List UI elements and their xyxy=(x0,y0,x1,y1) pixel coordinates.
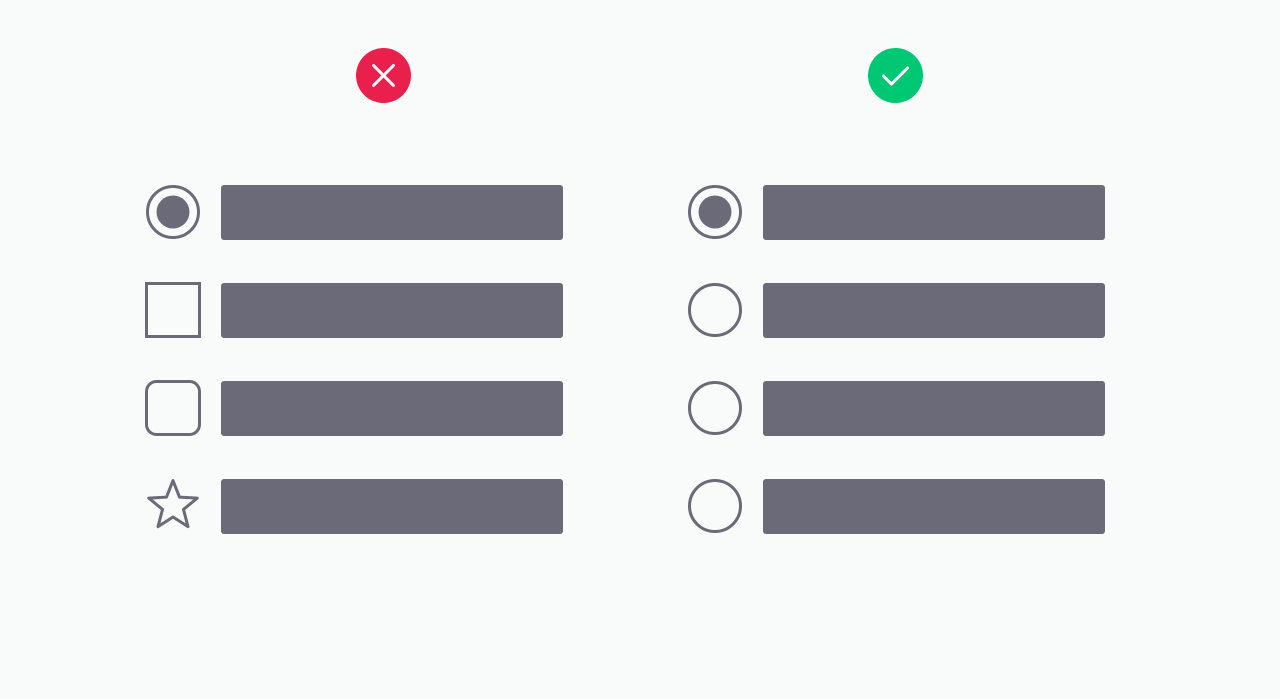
label-placeholder-bar xyxy=(221,283,563,338)
list-item xyxy=(145,380,575,436)
list-item xyxy=(687,380,1117,436)
correct-badge xyxy=(868,48,923,103)
square-checkbox-icon xyxy=(145,282,201,338)
label-placeholder-bar xyxy=(221,381,563,436)
label-placeholder-bar xyxy=(763,283,1105,338)
list-item xyxy=(687,282,1117,338)
close-icon xyxy=(356,48,411,103)
label-placeholder-bar xyxy=(221,185,563,240)
radio-selected-icon xyxy=(145,184,201,240)
radio-icon xyxy=(687,380,743,436)
radio-icon xyxy=(687,282,743,338)
list-item xyxy=(145,282,575,338)
rounded-checkbox-icon xyxy=(145,380,201,436)
label-placeholder-bar xyxy=(763,381,1105,436)
list-item xyxy=(145,478,575,534)
list-item xyxy=(687,478,1117,534)
star-icon xyxy=(145,478,201,534)
label-placeholder-bar xyxy=(221,479,563,534)
list-item xyxy=(687,184,1117,240)
check-icon xyxy=(868,48,923,103)
incorrect-badge xyxy=(356,48,411,103)
label-placeholder-bar xyxy=(763,479,1105,534)
radio-selected-icon xyxy=(687,184,743,240)
label-placeholder-bar xyxy=(763,185,1105,240)
radio-icon xyxy=(687,478,743,534)
list-item xyxy=(145,184,575,240)
